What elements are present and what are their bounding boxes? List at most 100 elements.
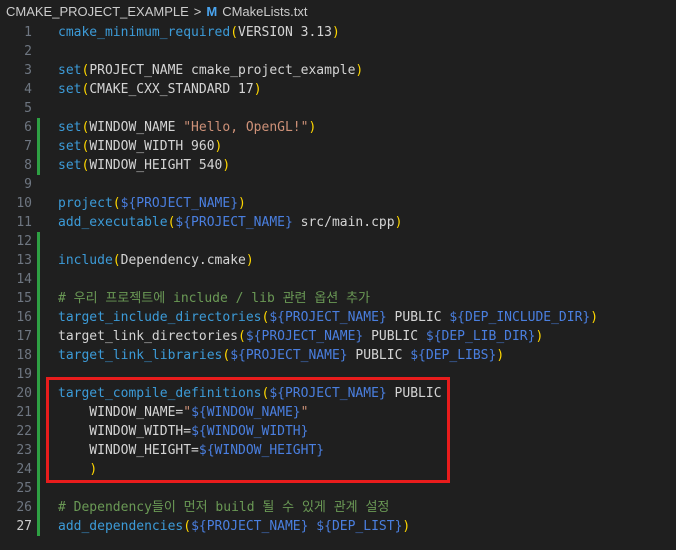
chevron-right-icon: >	[193, 3, 202, 19]
code-token: PUBLIC	[386, 310, 450, 325]
code-token: include	[58, 253, 113, 268]
code-text: add_executable(${PROJECT_NAME} src/main.…	[58, 213, 402, 232]
code-line[interactable]: 18 target_link_libraries(${PROJECT_NAME} …	[0, 346, 676, 365]
line-number: 22	[16, 424, 32, 439]
line-number: 19	[16, 367, 32, 382]
code-token: cmake_minimum_required	[58, 25, 231, 40]
code-token: )	[590, 310, 599, 325]
code-token: set	[58, 63, 82, 78]
line-number: 14	[16, 272, 32, 287]
code-line[interactable]: 1 cmake_minimum_required(VERSION 3.13)	[0, 23, 676, 42]
code-text: target_include_directories(${PROJECT_NAM…	[58, 308, 598, 327]
code-token: )	[238, 196, 246, 211]
line-number: 8	[24, 158, 32, 173]
code-text: set(WINDOW_NAME "Hello, OpenGL!")	[58, 118, 316, 137]
code-token: WINDOW_HEIGHT 540	[89, 158, 223, 173]
red-highlight-box	[46, 377, 450, 483]
code-line[interactable]: 14	[0, 270, 676, 289]
code-line[interactable]: 15 # 우리 프로젝트에 include / lib 관련 옵션 추가	[0, 289, 676, 308]
line-number: 20	[16, 386, 32, 401]
code-line[interactable]: 5	[0, 99, 676, 118]
code-token: VERSION 3.13	[238, 25, 332, 40]
breadcrumb: CMAKE_PROJECT_EXAMPLE > M CMakeLists.txt	[0, 0, 676, 22]
code-line[interactable]: 3 set(PROJECT_NAME cmake_project_example)	[0, 61, 676, 80]
line-number: 12	[16, 234, 32, 249]
code-token: ${DEP_LIB_DIR}	[425, 329, 536, 344]
code-line[interactable]: 7 set(WINDOW_WIDTH 960)	[0, 137, 676, 156]
line-number: 6	[24, 120, 32, 135]
code-line[interactable]: 17 target_link_directories(${PROJECT_NAME…	[0, 327, 676, 346]
code-token: set	[58, 139, 82, 154]
code-line[interactable]: 16 target_include_directories(${PROJECT_N…	[0, 308, 676, 327]
code-text: set(PROJECT_NAME cmake_project_example)	[58, 61, 363, 80]
code-token: )	[355, 63, 364, 78]
code-token: )	[222, 158, 231, 173]
code-text: include(Dependency.cmake)	[58, 251, 254, 270]
code-token: ${DEP_INCLUDE_DIR}	[449, 310, 591, 325]
code-line[interactable]: 12	[0, 232, 676, 251]
code-text: add_dependencies(${PROJECT_NAME} ${DEP_L…	[58, 517, 410, 536]
code-text: # 우리 프로젝트에 include / lib 관련 옵션 추가	[58, 289, 370, 308]
code-text: project(${PROJECT_NAME})	[58, 194, 246, 213]
code-line[interactable]: 11 add_executable(${PROJECT_NAME} src/mai…	[0, 213, 676, 232]
code-token: CMAKE_CXX_STANDARD 17	[89, 82, 254, 97]
code-line[interactable]: 13 include(Dependency.cmake)	[0, 251, 676, 270]
code-token: (	[230, 25, 239, 40]
code-token: set	[58, 158, 82, 173]
code-text: set(WINDOW_HEIGHT 540)	[58, 156, 230, 175]
code-token: target_include_directories	[58, 310, 262, 325]
line-number: 4	[24, 82, 32, 97]
code-text: cmake_minimum_required(VERSION 3.13)	[58, 23, 340, 42]
line-number: 18	[16, 348, 32, 363]
code-token: )	[535, 329, 544, 344]
line-number: 17	[16, 329, 32, 344]
code-token: (	[112, 253, 121, 268]
code-token: # 우리 프로젝트에 include / lib 관련 옵션 추가	[58, 291, 371, 306]
code-line[interactable]: 4 set(CMAKE_CXX_STANDARD 17)	[0, 80, 676, 99]
code-token: PROJECT_NAME cmake_project_example	[89, 63, 356, 78]
line-number: 16	[16, 310, 32, 325]
code-token: (	[238, 329, 246, 344]
code-token: ${DEP_LIST}	[316, 519, 403, 534]
code-text: set(CMAKE_CXX_STANDARD 17)	[58, 80, 262, 99]
code-token: set	[58, 120, 82, 135]
line-number: 3	[24, 63, 32, 78]
code-line[interactable]: 10 project(${PROJECT_NAME})	[0, 194, 676, 213]
code-line[interactable]: 9	[0, 175, 676, 194]
code-line[interactable]: 2	[0, 42, 676, 61]
code-line[interactable]: 27 add_dependencies(${PROJECT_NAME} ${DEP…	[0, 517, 676, 536]
code-token: )	[496, 348, 505, 363]
code-line[interactable]: 6 set(WINDOW_NAME "Hello, OpenGL!")	[0, 118, 676, 137]
code-line[interactable]: 8 set(WINDOW_HEIGHT 540)	[0, 156, 676, 175]
code-token: add_executable	[58, 215, 168, 230]
line-number: 13	[16, 253, 32, 268]
code-token: PUBLIC	[363, 329, 426, 344]
code-token: # Dependency들이 먼저 build 될 수 있게 관계 설정	[58, 500, 390, 515]
code-token: )	[308, 120, 317, 135]
breadcrumb-folder[interactable]: CMAKE_PROJECT_EXAMPLE	[6, 4, 189, 19]
code-token: )	[331, 25, 340, 40]
code-token: ${PROJECT_NAME}	[191, 519, 309, 534]
code-text: target_link_directories(${PROJECT_NAME} …	[58, 327, 543, 346]
breadcrumb-file[interactable]: CMakeLists.txt	[222, 4, 307, 19]
line-number: 9	[24, 177, 32, 192]
line-number: 7	[24, 139, 32, 154]
code-token: add_dependencies	[58, 519, 184, 534]
code-token: WINDOW_WIDTH 960	[89, 139, 215, 154]
code-line[interactable]: 26 # Dependency들이 먼저 build 될 수 있게 관계 설정	[0, 498, 676, 517]
line-number: 27	[16, 519, 32, 534]
code-token: Dependency.cmake	[120, 253, 246, 268]
code-token: project	[58, 196, 113, 211]
code-token: ${PROJECT_NAME}	[120, 196, 239, 211]
code-token: (	[112, 196, 121, 211]
cmake-file-icon: M	[206, 3, 218, 19]
line-number: 1	[24, 25, 32, 40]
code-token: PUBLIC	[347, 348, 411, 363]
code-token: ${PROJECT_NAME}	[269, 310, 387, 325]
code-token: )	[402, 519, 411, 534]
code-token: target_link_libraries	[58, 348, 223, 363]
code-token: )	[245, 253, 254, 268]
line-number: 26	[16, 500, 32, 515]
code-token: src/main.cpp	[292, 215, 395, 230]
code-text: target_link_libraries(${PROJECT_NAME} PU…	[58, 346, 504, 365]
